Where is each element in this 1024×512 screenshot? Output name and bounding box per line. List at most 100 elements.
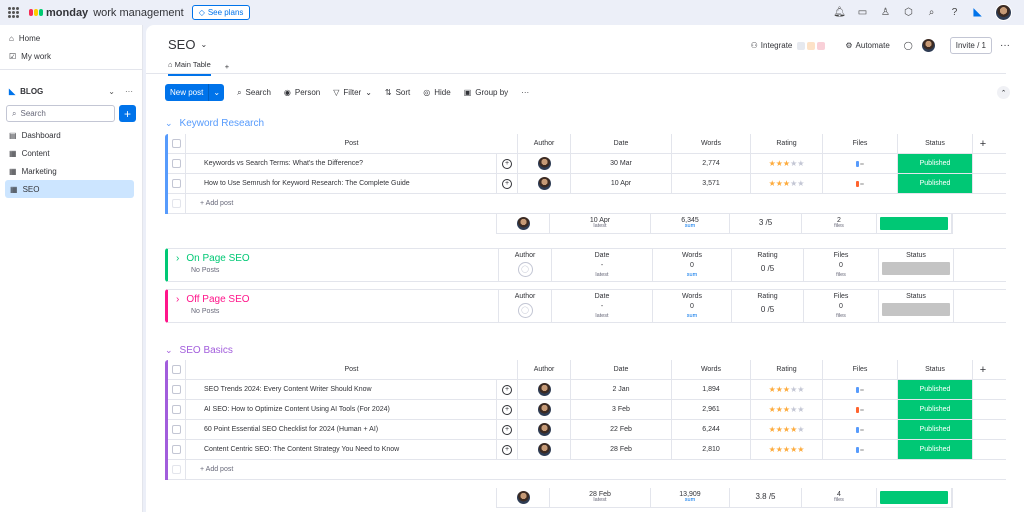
star-filled-icon[interactable]: ★ xyxy=(776,425,783,434)
star-filled-icon[interactable]: ★ xyxy=(783,385,790,394)
column-header-author[interactable]: Author xyxy=(515,252,536,259)
add-update-icon[interactable]: + xyxy=(502,178,512,189)
star-empty-icon[interactable]: ★ xyxy=(797,179,804,188)
column-header-post[interactable]: Post xyxy=(186,360,518,379)
column-header-rating[interactable]: Rating xyxy=(751,360,823,379)
file-thumbnail-icon[interactable] xyxy=(856,160,864,167)
group-header[interactable]: ⌄ Keyword Research xyxy=(165,116,1006,130)
post-name-cell[interactable]: 60 Point Essential SEO Checklist for 202… xyxy=(186,420,497,439)
row-checkbox-cell[interactable] xyxy=(168,174,186,193)
status-label[interactable]: Published xyxy=(898,154,972,173)
column-header-author[interactable]: Author xyxy=(518,134,571,153)
invite-members-icon[interactable]: ♙ xyxy=(880,7,891,18)
star-empty-icon[interactable]: ★ xyxy=(797,159,804,168)
column-header-author[interactable]: Author xyxy=(515,293,536,300)
new-post-button[interactable]: New post ⌄ xyxy=(165,84,225,101)
post-name-cell[interactable]: Keywords vs Search Terms: What's the Dif… xyxy=(186,154,497,173)
rating-stars[interactable]: ★★★★★ xyxy=(769,159,805,168)
status-cell[interactable]: Published xyxy=(898,174,973,193)
file-thumbnail-icon[interactable] xyxy=(856,446,864,453)
column-header-words[interactable]: Words xyxy=(682,293,702,300)
apps-marketplace-icon[interactable]: ⬡ xyxy=(903,7,914,18)
workspace-logo-icon[interactable]: ◣ xyxy=(972,7,983,18)
row-checkbox-cell[interactable] xyxy=(168,400,186,419)
rating-cell[interactable]: ★★★★★ xyxy=(751,174,823,193)
date-cell[interactable]: 3 Feb xyxy=(571,400,672,419)
star-filled-icon[interactable]: ★ xyxy=(783,445,790,454)
search-button[interactable]: ⌕ Search xyxy=(237,88,271,98)
rating-cell[interactable]: ★★★★★ xyxy=(751,380,823,399)
checkbox[interactable] xyxy=(172,139,181,148)
star-empty-icon[interactable]: ★ xyxy=(797,405,804,414)
status-cell[interactable]: Published xyxy=(898,420,973,439)
sort-button[interactable]: ⇅ Sort xyxy=(385,88,410,97)
star-filled-icon[interactable]: ★ xyxy=(769,445,776,454)
date-cell[interactable]: 10 Apr xyxy=(571,174,672,193)
sidebar-item-home[interactable]: ⌂ Home xyxy=(0,29,142,47)
author-avatar[interactable] xyxy=(536,442,552,457)
words-cell[interactable]: 2,774 xyxy=(672,154,751,173)
files-cell[interactable] xyxy=(823,420,898,439)
star-empty-icon[interactable]: ★ xyxy=(797,385,804,394)
star-filled-icon[interactable]: ★ xyxy=(769,385,776,394)
words-cell[interactable]: 2,810 xyxy=(672,440,751,459)
add-update-cell[interactable]: + xyxy=(497,154,518,173)
group-by-button[interactable]: ▣ Group by xyxy=(464,88,508,97)
status-label[interactable]: Published xyxy=(898,440,972,459)
rating-cell[interactable]: ★★★★★ xyxy=(751,154,823,173)
author-cell[interactable] xyxy=(518,420,571,439)
star-filled-icon[interactable]: ★ xyxy=(797,445,804,454)
rating-stars[interactable]: ★★★★★ xyxy=(769,385,805,394)
hide-button[interactable]: ◎ Hide xyxy=(423,88,450,97)
column-header-words[interactable]: Words xyxy=(682,252,702,259)
author-cell[interactable] xyxy=(518,440,571,459)
group-header[interactable]: ⌄ SEO Basics xyxy=(165,343,1006,357)
person-filter-button[interactable]: ◉ Person xyxy=(284,88,320,97)
star-filled-icon[interactable]: ★ xyxy=(776,445,783,454)
star-filled-icon[interactable]: ★ xyxy=(783,405,790,414)
see-plans-button[interactable]: ◇ See plans xyxy=(191,5,251,20)
collapse-header-icon[interactable]: ⌃ xyxy=(997,86,1010,99)
add-update-cell[interactable]: + xyxy=(497,380,518,399)
add-update-icon[interactable]: + xyxy=(502,424,512,435)
column-header-status[interactable]: Status xyxy=(898,360,973,379)
sidebar-search-input[interactable]: ⌕ Search xyxy=(6,105,115,122)
star-filled-icon[interactable]: ★ xyxy=(783,425,790,434)
select-all-checkbox[interactable] xyxy=(168,134,186,153)
post-name-cell[interactable]: Content Centric SEO: The Content Strateg… xyxy=(186,440,497,459)
checkbox[interactable] xyxy=(172,159,181,168)
sidebar-item-seo[interactable]: ▦ SEO xyxy=(5,180,134,198)
status-cell[interactable]: Published xyxy=(898,380,973,399)
status-label[interactable]: Published xyxy=(898,420,972,439)
group-title[interactable]: SEO Basics xyxy=(180,345,233,356)
column-header-rating[interactable]: Rating xyxy=(757,293,777,300)
add-update-icon[interactable]: + xyxy=(502,444,512,455)
checkbox[interactable] xyxy=(172,179,181,188)
status-label[interactable]: Published xyxy=(898,400,972,419)
star-filled-icon[interactable]: ★ xyxy=(783,179,790,188)
star-filled-icon[interactable]: ★ xyxy=(769,405,776,414)
star-filled-icon[interactable]: ★ xyxy=(776,405,783,414)
chevron-down-icon[interactable]: ⌄ xyxy=(208,84,224,101)
select-all-checkbox[interactable] xyxy=(168,360,186,379)
integrate-button[interactable]: ⚇ Integrate xyxy=(751,41,826,50)
words-cell[interactable]: 3,571 xyxy=(672,174,751,193)
column-header-date[interactable]: Date xyxy=(595,293,610,300)
author-avatar[interactable] xyxy=(536,402,552,417)
post-name-cell[interactable]: How to Use Semrush for Keyword Research:… xyxy=(186,174,497,193)
add-update-icon[interactable]: + xyxy=(502,158,512,169)
rating-cell[interactable]: ★★★★★ xyxy=(751,440,823,459)
post-name-cell[interactable]: AI SEO: How to Optimize Content Using AI… xyxy=(186,400,497,419)
rating-stars[interactable]: ★★★★★ xyxy=(769,425,805,434)
files-cell[interactable] xyxy=(823,174,898,193)
chevron-right-icon[interactable]: › xyxy=(176,294,179,305)
post-name-cell[interactable]: SEO Trends 2024: Every Content Writer Sh… xyxy=(186,380,497,399)
author-avatar[interactable] xyxy=(536,382,552,397)
add-update-cell[interactable]: + xyxy=(497,174,518,193)
rating-cell[interactable]: ★★★★★ xyxy=(751,420,823,439)
inbox-icon[interactable]: ▭ xyxy=(857,7,868,18)
file-thumbnail-icon[interactable] xyxy=(856,426,864,433)
rating-stars[interactable]: ★★★★★ xyxy=(769,445,805,454)
rating-cell[interactable]: ★★★★★ xyxy=(751,400,823,419)
file-thumbnail-icon[interactable] xyxy=(856,180,864,187)
